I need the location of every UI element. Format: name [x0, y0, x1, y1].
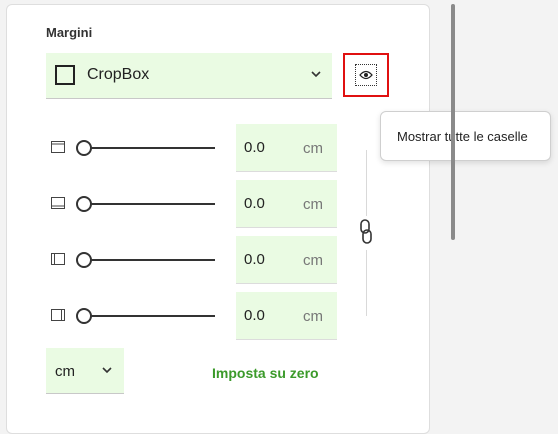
box-icon — [55, 65, 75, 85]
margin-bottom-input[interactable]: 0.0 cm — [236, 180, 337, 228]
unit-dropdown-value: cm — [55, 363, 75, 380]
slider-track — [83, 147, 215, 149]
scrollbar[interactable] — [451, 4, 455, 240]
link-connector-bottom — [366, 250, 367, 316]
box-type-value: CropBox — [87, 66, 150, 83]
margin-left-input[interactable]: 0.0 cm — [236, 236, 337, 284]
chevron-down-icon — [102, 367, 112, 374]
margin-top-slider[interactable] — [76, 140, 92, 156]
margin-row-left: 0.0 cm — [46, 236, 346, 284]
unit-label: cm — [303, 252, 323, 269]
unit-dropdown[interactable]: cm — [46, 348, 124, 394]
eye-icon — [359, 70, 373, 80]
margin-row-right: 0.0 cm — [46, 292, 346, 340]
section-title: Margini — [46, 25, 93, 40]
slider-track — [83, 203, 215, 205]
margin-bottom-icon — [51, 197, 65, 209]
link-margins-icon[interactable] — [358, 218, 374, 246]
slider-track — [83, 315, 215, 317]
margin-right-input[interactable]: 0.0 cm — [236, 292, 337, 340]
margin-top-input[interactable]: 0.0 cm — [236, 124, 337, 172]
unit-label: cm — [303, 140, 323, 157]
margin-left-slider[interactable] — [76, 252, 92, 268]
margin-row-top: 0.0 cm — [46, 124, 346, 172]
margin-bottom-value: 0.0 — [244, 195, 265, 212]
margin-right-slider[interactable] — [76, 308, 92, 324]
chevron-down-icon — [311, 71, 321, 78]
unit-label: cm — [303, 308, 323, 325]
show-all-boxes-button[interactable] — [343, 53, 389, 97]
margin-right-icon — [51, 309, 65, 321]
reset-to-zero-link[interactable]: Imposta su zero — [212, 365, 319, 381]
margin-left-value: 0.0 — [244, 251, 265, 268]
margin-left-icon — [51, 253, 65, 265]
margin-top-icon — [51, 141, 65, 153]
margin-bottom-slider[interactable] — [76, 196, 92, 212]
margin-top-value: 0.0 — [244, 139, 265, 156]
margin-row-bottom: 0.0 cm — [46, 180, 346, 228]
margin-right-value: 0.0 — [244, 307, 265, 324]
slider-track — [83, 259, 215, 261]
tooltip: Mostrar tutte le caselle — [380, 111, 551, 161]
unit-label: cm — [303, 196, 323, 213]
link-connector-top — [366, 150, 367, 216]
box-type-dropdown[interactable]: CropBox — [46, 53, 332, 99]
